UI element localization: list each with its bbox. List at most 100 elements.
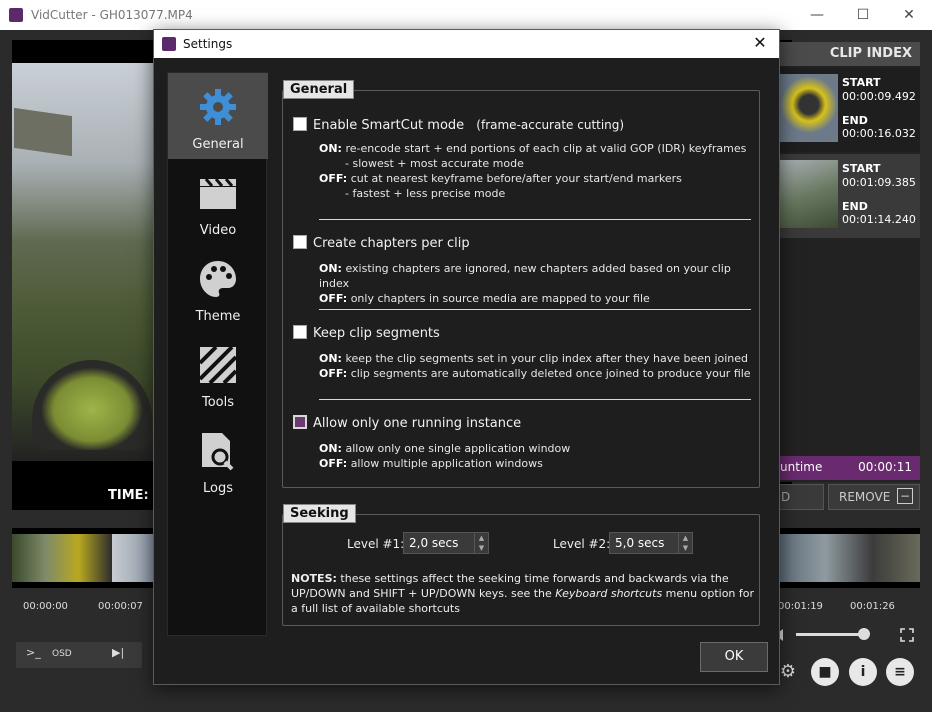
- volume-slider[interactable]: [796, 633, 865, 636]
- spin-arrows-icon[interactable]: ▲ ▼: [678, 533, 692, 553]
- clip-index-title: CLIP INDEX: [778, 42, 920, 66]
- palette-icon: [200, 261, 236, 297]
- seeking-notes: NOTES: these settings affect the seeking…: [291, 571, 761, 616]
- next-frame-button[interactable]: ▶|: [112, 646, 124, 659]
- osd-button[interactable]: OSD: [52, 649, 72, 659]
- keep-on-text: keep the clip segments set in your clip …: [345, 352, 749, 365]
- timeline-thumb: [112, 534, 156, 582]
- off-key: OFF:: [319, 292, 348, 305]
- level1-value: 2,0 secs: [409, 536, 459, 550]
- maximize-button[interactable]: ☐: [840, 0, 886, 30]
- timeline-thumb: [12, 534, 112, 582]
- dialog-titlebar: Settings ✕: [154, 30, 779, 58]
- dialog-title: Settings: [183, 37, 233, 51]
- keep-segments-option[interactable]: Keep clip segments: [293, 325, 440, 341]
- general-group-title: General: [283, 80, 355, 99]
- chapters-on-text: existing chapters are ignored, new chapt…: [319, 262, 731, 290]
- sidebar-item-label: General: [192, 137, 244, 152]
- level2-value: 5,0 secs: [615, 536, 665, 550]
- clip-end-label: END: [842, 200, 868, 213]
- minus-icon: −: [897, 488, 913, 504]
- single-off-text: allow multiple application windows: [350, 457, 543, 470]
- dialog-app-icon: [162, 37, 176, 51]
- dialog-close-button[interactable]: ✕: [747, 33, 773, 55]
- smartcut-description: ON: re-encode start + end portions of ea…: [319, 141, 759, 201]
- smartcut-off-text: cut at nearest keyframe before/after you…: [350, 172, 682, 185]
- minimize-button[interactable]: —: [794, 0, 840, 30]
- sidebar-item-general[interactable]: General: [168, 73, 268, 159]
- single-instance-checkbox[interactable]: [293, 415, 307, 429]
- sidebar-item-label: Theme: [195, 309, 241, 324]
- fullscreen-icon[interactable]: [900, 628, 914, 642]
- chapters-description: ON: existing chapters are ignored, new c…: [319, 261, 759, 306]
- tick-label: 00:00:07: [98, 601, 143, 612]
- chapters-checkbox[interactable]: [293, 235, 307, 249]
- camera-icon[interactable]: ■: [811, 658, 839, 686]
- sidebar-item-logs[interactable]: Logs: [168, 417, 268, 503]
- smartcut-checkbox[interactable]: [293, 117, 307, 131]
- notes-shortcuts-link: Keyboard shortcuts: [555, 587, 663, 600]
- level1-label: Level #1:: [347, 537, 405, 551]
- app-icon: [9, 8, 23, 22]
- clip-item[interactable]: START 00:01:09.385 END 00:01:14.240: [778, 154, 920, 238]
- list-icon[interactable]: ≡: [886, 658, 914, 686]
- clip-start-label: START: [842, 162, 881, 175]
- runtime-label: untime: [780, 460, 823, 474]
- clip-start-label: START: [842, 76, 881, 89]
- seeking-group: Seeking Level #1: 2,0 secs ▲ ▼ Level #2: …: [282, 504, 761, 626]
- remove-clip-button[interactable]: REMOVE −: [828, 484, 920, 510]
- separator: [319, 219, 751, 220]
- sidebar-item-video[interactable]: Video: [168, 159, 268, 245]
- ok-button[interactable]: OK: [700, 642, 768, 672]
- add-clip-button[interactable]: D: [778, 484, 824, 510]
- settings-sidebar: General Video Theme Tools Logs: [167, 72, 268, 636]
- tick-label: 00:01:26: [850, 601, 895, 612]
- player-controls: >_ OSD ▶|: [16, 642, 142, 668]
- window-close-button[interactable]: ✕: [886, 0, 932, 30]
- level1-spinbox[interactable]: 2,0 secs ▲ ▼: [403, 532, 489, 554]
- remove-label: REMOVE: [839, 490, 891, 504]
- smartcut-off-text2: - fastest + less precise mode: [345, 187, 506, 200]
- keep-segments-description: ON: keep the clip segments set in your c…: [319, 351, 759, 381]
- video-house: [14, 107, 72, 157]
- smartcut-option[interactable]: Enable SmartCut mode (frame-accurate cut…: [293, 117, 624, 133]
- on-key: ON:: [319, 142, 342, 155]
- tools-icon: [198, 345, 238, 385]
- console-button[interactable]: >_: [26, 646, 41, 659]
- time-label: TIME: (: [108, 488, 160, 503]
- sidebar-item-theme[interactable]: Theme: [168, 245, 268, 331]
- on-key: ON:: [319, 442, 342, 455]
- single-instance-label: Allow only one running instance: [313, 416, 522, 431]
- clip-item[interactable]: START 00:00:09.492 END 00:00:16.032: [778, 68, 920, 152]
- chapters-off-text: only chapters in source media are mapped…: [350, 292, 650, 305]
- settings-dialog: Settings ✕ General Video Theme Tools Log…: [153, 29, 780, 685]
- off-key: OFF:: [319, 172, 348, 185]
- smartcut-on-text: re-encode start + end portions of each c…: [345, 142, 747, 155]
- spin-arrows-icon[interactable]: ▲ ▼: [474, 533, 488, 553]
- sidebar-item-label: Tools: [201, 395, 235, 410]
- separator: [319, 399, 751, 400]
- window-title: VidCutter - GH013077.MP4: [31, 8, 193, 22]
- log-search-icon: [202, 433, 234, 471]
- chapters-label: Create chapters per clip: [313, 236, 470, 251]
- sidebar-item-tools[interactable]: Tools: [168, 331, 268, 417]
- info-icon[interactable]: i: [849, 658, 877, 686]
- runtime-bar: untime 00:00:11: [778, 456, 920, 480]
- smartcut-sublabel: (frame-accurate cutting): [476, 118, 625, 132]
- single-instance-option[interactable]: Allow only one running instance: [293, 415, 521, 431]
- general-group: General Enable SmartCut mode (frame-accu…: [282, 80, 760, 488]
- clip-start-time: 00:00:09.492: [842, 90, 916, 103]
- off-key: OFF:: [319, 367, 348, 380]
- runtime-value: 00:00:11: [858, 460, 912, 474]
- clip-end-time: 00:00:16.032: [842, 127, 916, 140]
- on-key: ON:: [319, 352, 342, 365]
- smartcut-on-text2: - slowest + most accurate mode: [345, 157, 524, 170]
- chapters-option[interactable]: Create chapters per clip: [293, 235, 470, 251]
- keep-segments-checkbox[interactable]: [293, 325, 307, 339]
- on-key: ON:: [319, 262, 342, 275]
- off-key: OFF:: [319, 457, 348, 470]
- tick-label: 00:01:19: [778, 601, 823, 612]
- clip-end-time: 00:01:14.240: [842, 213, 916, 226]
- level2-spinbox[interactable]: 5,0 secs ▲ ▼: [609, 532, 693, 554]
- clip-end-label: END: [842, 114, 868, 127]
